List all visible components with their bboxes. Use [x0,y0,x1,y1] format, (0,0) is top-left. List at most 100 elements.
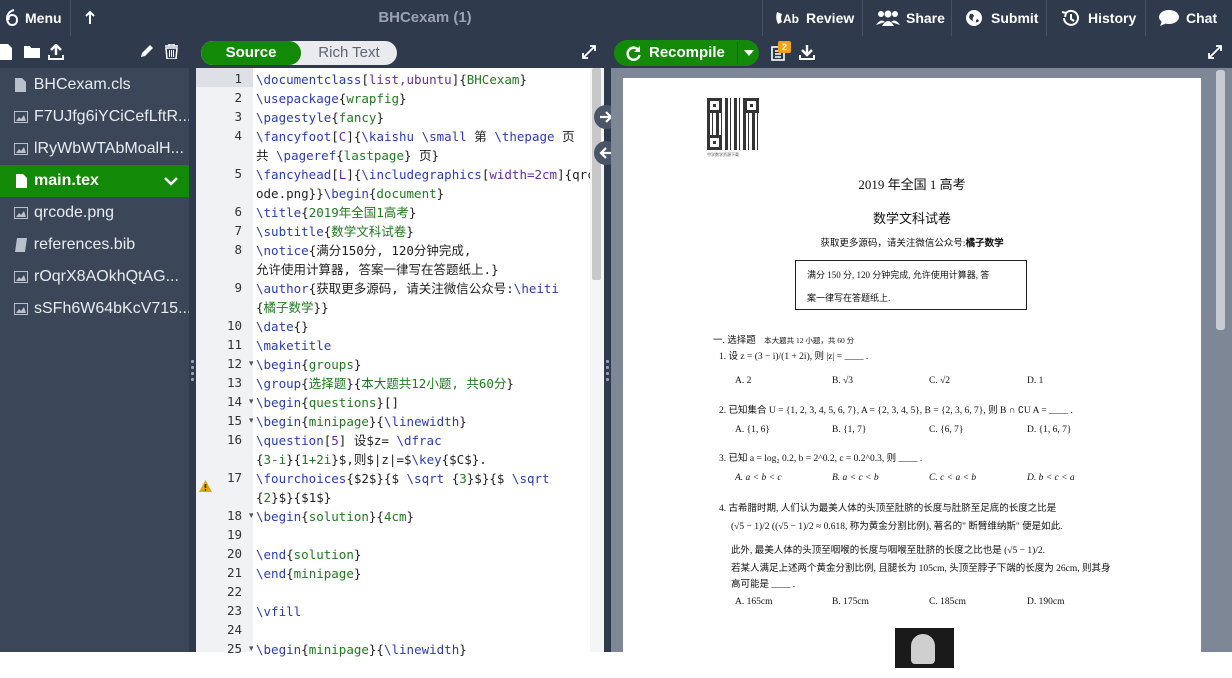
code-line[interactable]: \begin{minipage}{\linewidth} [256,412,467,431]
code-line[interactable]: \date{} [256,317,309,336]
code-line[interactable]: \begin{solution}{4cm} [256,507,414,526]
code-line[interactable]: \vfill [256,602,301,621]
chevron-down-icon[interactable] [164,176,178,186]
upload-icon[interactable] [48,43,64,60]
submit-button[interactable]: Submit [965,0,1038,36]
file-item[interactable]: references.bib [0,229,189,261]
question-4-line-4: 若某人满足上述两个黄金分割比例, 且腿长为 105cm, 头顶至脖子下端的长度为… [731,564,1111,574]
review-button[interactable]: Ab Review [774,0,854,36]
code-line[interactable]: \group{选择题}{本大题共12小题, 共60分} [256,374,514,393]
download-icon[interactable] [799,44,815,60]
rename-icon[interactable] [140,44,154,60]
question-4-line-5: 高可能是 ____ . [731,580,796,590]
doc-author: 获取更多源码，请关注微信公众号:橘子数学 [623,235,1201,249]
file-icon [14,77,28,93]
rich-text-mode-button[interactable]: Rich Text [301,41,397,65]
globe-icon [965,9,983,27]
file-name: sSFh6W64bKcV715... [34,300,189,317]
code-editor[interactable]: \documentclass[list,ubuntu]{BHCexam} \use… [253,68,595,657]
code-line[interactable]: \question[5] 设$z= \dfrac [256,431,442,450]
code-line[interactable]: 允许使用计算器, 答案一律写在答题纸上.} [256,260,499,279]
question-1: 1. 设 z = (3 − i)/(1 + 2i), 则 |z| = ____ … [719,352,869,362]
code-line[interactable]: \end{solution} [256,545,361,564]
code-line[interactable]: \begin{groups} [256,355,361,374]
review-icon: Ab [774,9,800,27]
line-number: 12 [226,356,242,371]
code-line[interactable]: \begin{questions}[] [256,393,399,412]
review-label: Review [806,10,855,26]
editor-scrollbar-thumb[interactable] [592,68,601,280]
code-line[interactable]: \fourchoices{$2$}{$ \sqrt {3}$}{$ \sqrt [256,469,550,488]
line-number: 25 [226,641,242,656]
line-number: 20 [226,546,242,561]
file-name: references.bib [33,236,136,253]
venus-statue-image [895,628,954,668]
pdf-scrollbar-thumb[interactable] [1216,70,1225,330]
code-line[interactable]: \maketitle [256,336,331,355]
file-name: lRyWbWTAbMoalH... [34,140,184,157]
file-item[interactable]: lRyWbWTAbMoalH... [0,133,189,165]
code-line[interactable]: \pagestyle{fancy} [256,108,384,127]
code-line[interactable]: \subtitle{数学文科试卷} [256,222,414,241]
image-icon [14,301,28,317]
author-prefix: 获取更多源码，请关注微信公众号: [820,239,966,249]
line-number: 2 [234,90,242,105]
expand-pdf-icon[interactable] [1208,45,1222,59]
file-item[interactable]: sSFh6W64bKcV715... [0,293,189,325]
caret-down-icon[interactable] [744,50,754,56]
image-icon [14,141,28,157]
code-line[interactable]: {橘子数学}} [256,298,329,317]
chat-button[interactable]: Chat [1158,0,1217,36]
recompile-button[interactable]: Recompile [614,40,759,66]
file-name: qrcode.png [34,204,115,221]
line-number: 1 [234,71,242,86]
expand-icon[interactable] [582,45,596,59]
line-number: 15 [226,413,242,428]
log-count-badge: 2 [778,41,791,53]
question-4-line-2: (√5 − 1)/2 ((√5 − 1)/2 ≈ 0.618, 称为黄金分割比例… [731,522,1063,532]
file-tree: BHCexam.cls F7UJfg6iYCiCefLftR... lRyWbW… [0,36,189,652]
file-item[interactable]: rOqrX8AOkhQtAG... [0,261,189,293]
section-title: 一. 选择题 [713,336,756,346]
line-number: 24 [226,622,242,637]
new-folder-icon[interactable] [24,44,40,60]
new-file-icon[interactable] [0,44,12,60]
qrcode-image [707,98,759,150]
author-name: 橘子数学 [965,239,1004,249]
sidebar-splitter[interactable] [189,36,196,652]
code-line[interactable]: \fancyhead[L]{\includegraphics[width=2cm… [256,165,595,184]
code-line[interactable]: \notice{满分150分, 120分钟完成, [256,241,471,260]
pdf-preview: 中学数学资源下载 2019 年全国 1 高考 数学文科试卷 获取更多源码，请关注… [611,68,1232,678]
q4-choice-b: B. 175cm [832,597,869,607]
source-mode-button[interactable]: Source [201,41,301,65]
code-line[interactable]: 共 \pageref{lastpage} 页} [256,146,439,165]
submit-label: Submit [991,10,1039,26]
code-line[interactable]: \end{minipage} [256,564,361,583]
recompile-label: Recompile [649,44,725,61]
delete-icon[interactable] [165,43,178,60]
file-tree-toolbar [0,36,189,68]
line-number: 7 [234,223,242,238]
file-item[interactable]: F7UJfg6iYCiCefLftR... [0,101,189,133]
code-line[interactable]: {3-i}{1+2i}$,则$|z|=$\key{$C$}. [256,450,487,469]
share-button[interactable]: Share [876,0,945,36]
code-line[interactable]: ode.png}}\begin{document} [256,184,444,203]
file-item[interactable]: qrcode.png [0,197,189,229]
line-number: 3 [234,109,242,124]
warning-icon[interactable] [199,480,212,492]
line-number: 5 [234,166,242,181]
code-line[interactable]: \begin{minipage}{\linewidth} [256,640,467,659]
line-number: 21 [226,565,242,580]
code-line[interactable]: {2}$}{$1$} [256,488,331,507]
history-button[interactable]: History [1060,0,1136,36]
code-line[interactable]: \author{获取更多源码, 请关注微信公众号:\heiti [256,279,559,298]
q1-choice-c: C. √2 [929,376,951,386]
code-line[interactable]: \usepackage{wrapfig} [256,89,407,108]
code-line[interactable]: \documentclass[list,ubuntu]{BHCexam} [256,70,527,89]
file-item-active[interactable]: main.tex [0,165,189,197]
editor-mode-toggle[interactable]: Source Rich Text [201,41,397,65]
code-line[interactable]: \title{2019年全国1高考} [256,203,416,222]
top-bar: Menu BHCexam (1) Ab Review Share Submit … [0,0,1232,36]
code-line[interactable]: \fancyfoot[C]{\kaishu \small 第 \thepage … [256,127,575,146]
file-item[interactable]: BHCexam.cls [0,69,189,101]
